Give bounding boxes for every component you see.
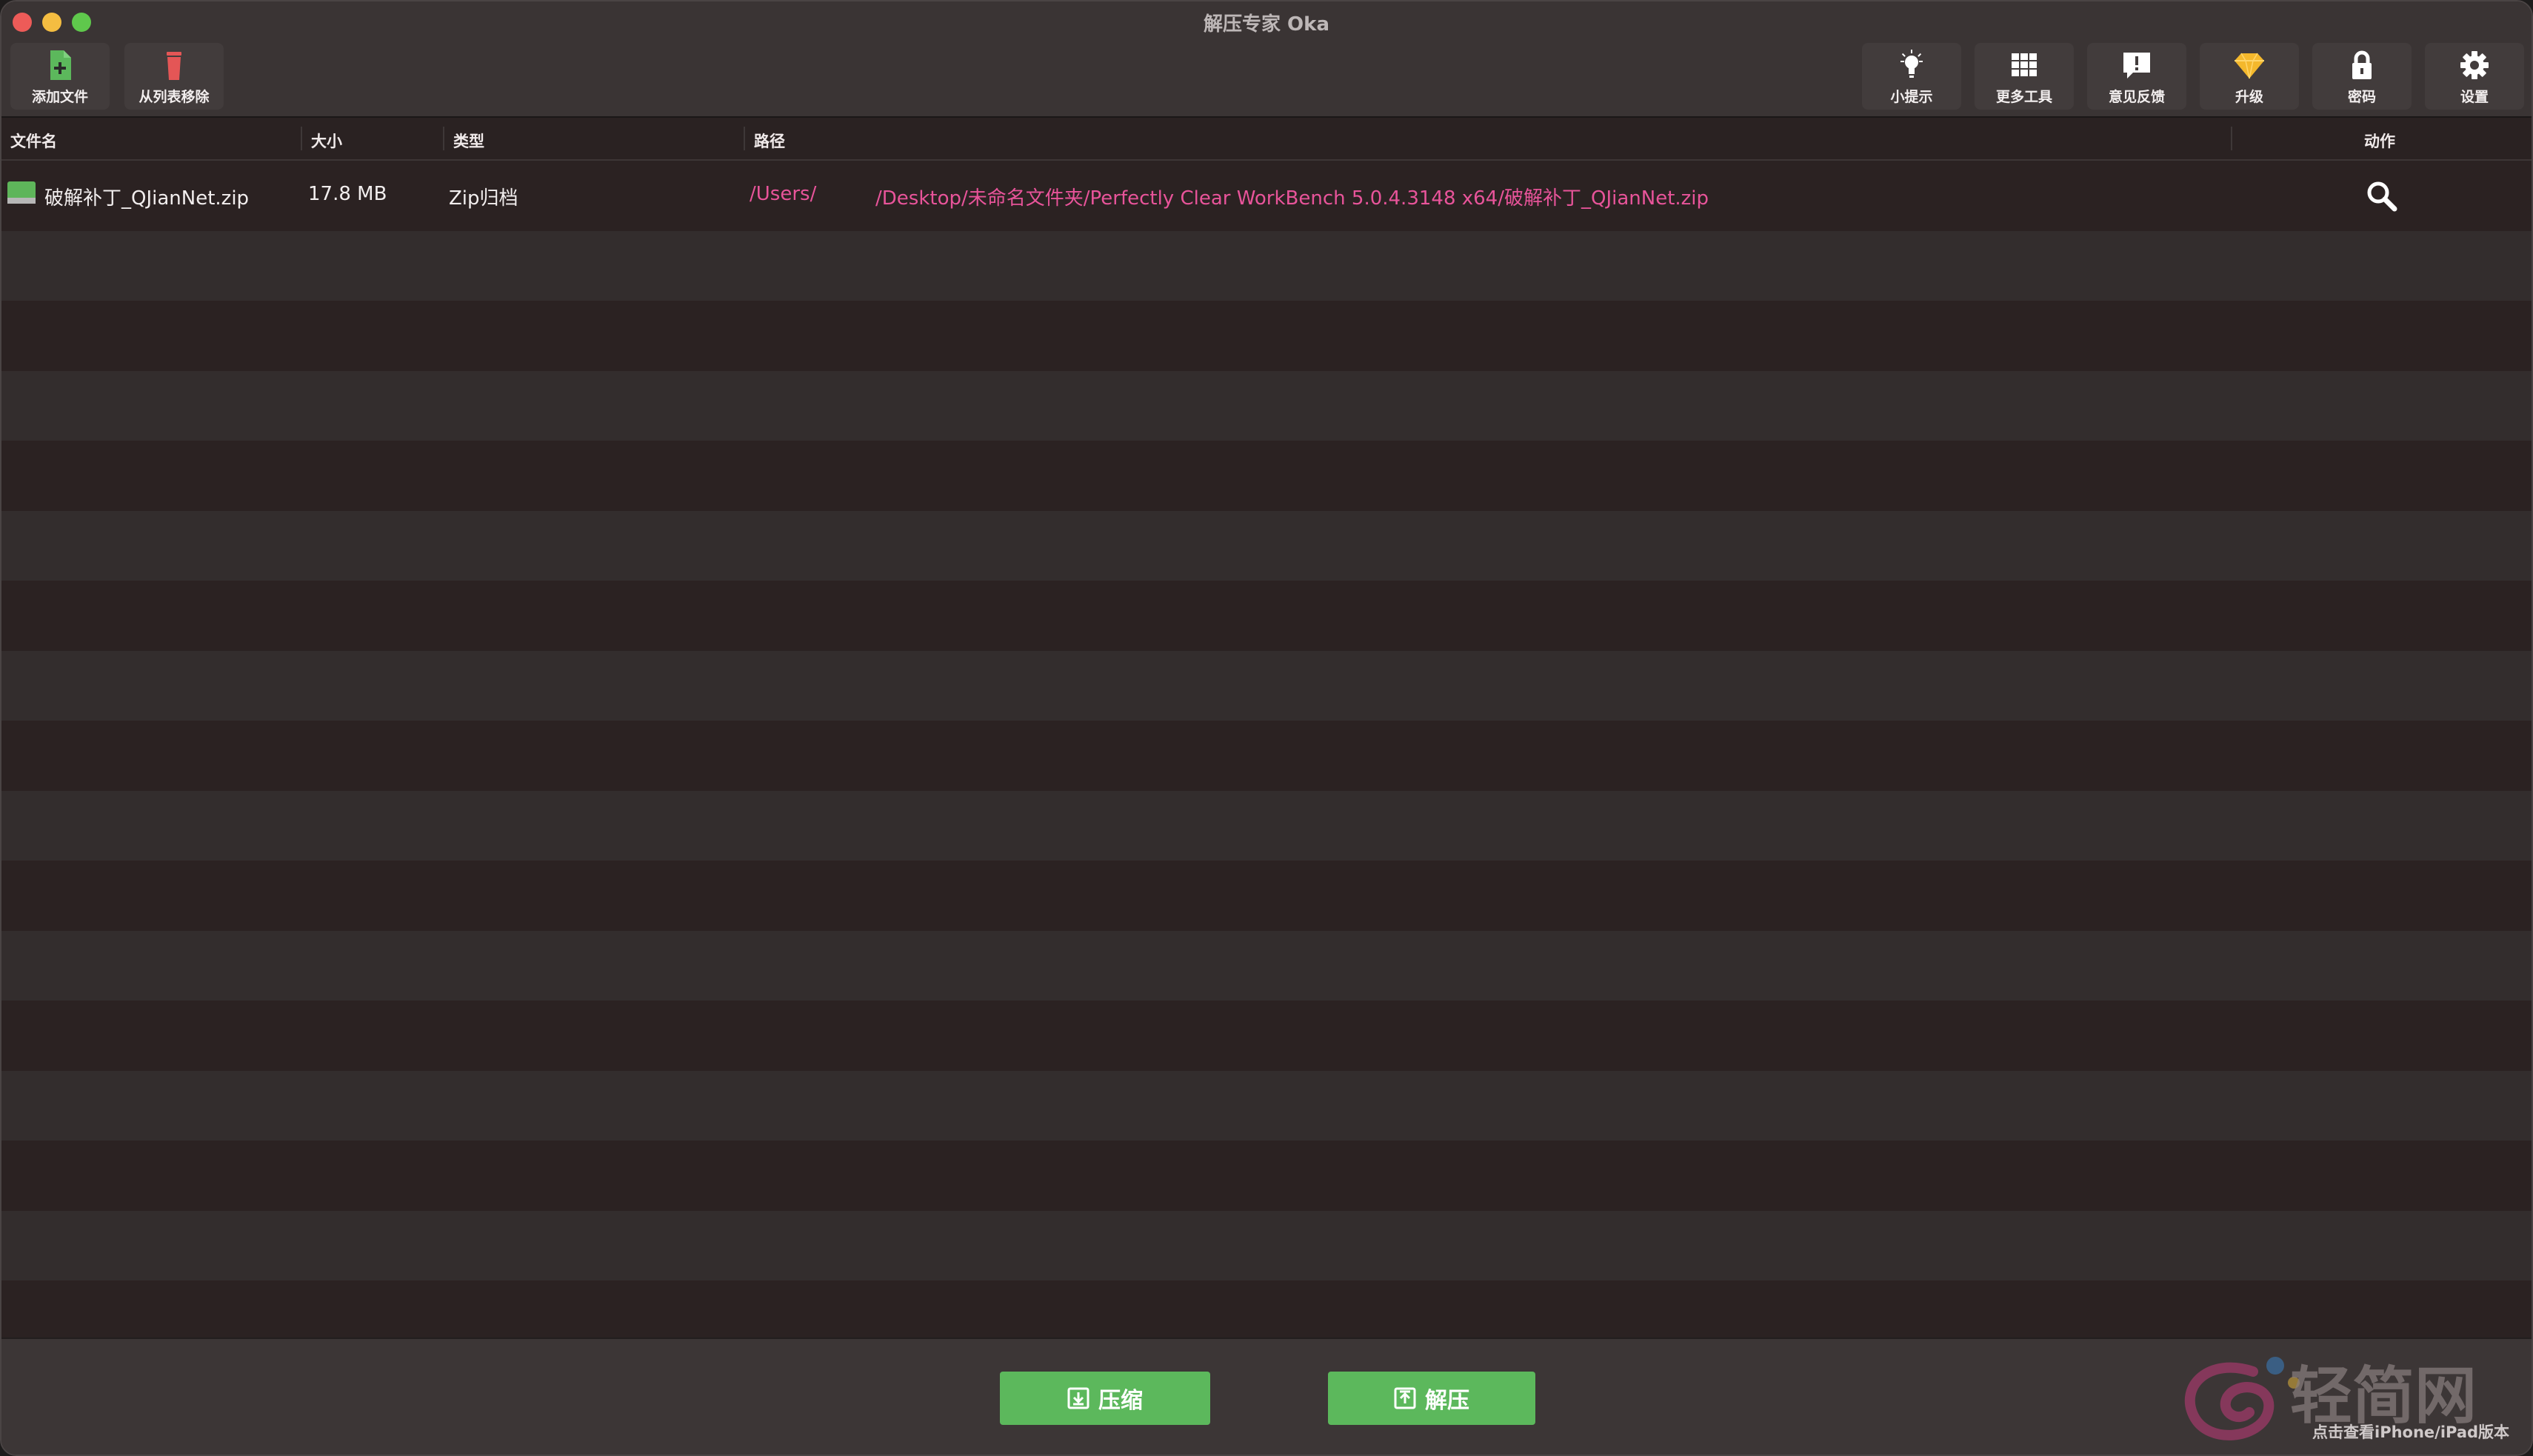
app-window: 解压专家 Oka 添加文件 从列表移除 小提示 更多工具 意见反馈 升级 密码 … bbox=[0, 0, 2533, 1456]
table-row bbox=[1, 721, 2532, 791]
password-label: 密码 bbox=[2347, 89, 2376, 105]
compress-button[interactable]: 压缩 bbox=[1000, 1372, 1210, 1425]
tips-button[interactable]: 小提示 bbox=[1862, 43, 1961, 110]
password-button[interactable]: 密码 bbox=[2312, 43, 2412, 110]
watermark-note[interactable]: 点击查看iPhone/iPad版本 bbox=[2312, 1420, 2509, 1443]
column-header-type[interactable]: 类型 bbox=[453, 130, 484, 152]
remove-from-list-label: 从列表移除 bbox=[139, 89, 210, 105]
lock-icon bbox=[2352, 50, 2372, 79]
add-file-icon bbox=[50, 50, 71, 80]
upgrade-button[interactable]: 升级 bbox=[2200, 43, 2299, 110]
file-type: Zip归档 bbox=[449, 187, 518, 210]
more-tools-label: 更多工具 bbox=[1995, 89, 2052, 105]
toolbar: 解压专家 Oka 添加文件 从列表移除 小提示 更多工具 意见反馈 升级 密码 … bbox=[1, 1, 2532, 118]
search-icon[interactable] bbox=[2366, 180, 2398, 213]
table-row bbox=[1, 370, 2532, 441]
column-divider[interactable] bbox=[443, 127, 444, 150]
grid-icon bbox=[2012, 53, 2037, 76]
table-row bbox=[1, 1141, 2532, 1211]
compress-label: 压缩 bbox=[1098, 1388, 1143, 1414]
bottom-bar: 压缩 解压 bbox=[1, 1338, 2532, 1455]
table-row bbox=[1, 1210, 2532, 1280]
table-row bbox=[1, 1280, 2532, 1338]
settings-label: 设置 bbox=[2460, 89, 2489, 105]
column-header-name[interactable]: 文件名 bbox=[10, 130, 57, 152]
extract-button[interactable]: 解压 bbox=[1328, 1372, 1535, 1425]
gear-icon bbox=[2460, 51, 2489, 79]
table-row bbox=[1, 790, 2532, 861]
window-title: 解压专家 Oka bbox=[1204, 13, 1329, 36]
file-list: 破解补丁_QJianNet.zip 17.8 MB Zip归档 /Users/ … bbox=[1, 161, 2532, 1338]
trash-icon bbox=[167, 52, 181, 80]
column-header-path[interactable]: 路径 bbox=[754, 130, 785, 152]
table-row bbox=[1, 650, 2532, 721]
add-file-button[interactable]: 添加文件 bbox=[10, 43, 110, 110]
zip-file-icon bbox=[7, 181, 36, 204]
remove-from-list-button[interactable]: 从列表移除 bbox=[124, 43, 224, 110]
table-row bbox=[1, 930, 2532, 1001]
tips-label: 小提示 bbox=[1890, 89, 1933, 105]
file-path-end: /Desktop/未命名文件夹/Perfectly Clear WorkBenc… bbox=[875, 187, 1709, 210]
column-header-action[interactable]: 动作 bbox=[2364, 130, 2395, 152]
table-header: 文件名 大小 类型 路径 动作 bbox=[1, 118, 2532, 161]
feedback-label: 意见反馈 bbox=[2108, 89, 2165, 105]
table-row bbox=[1, 441, 2532, 511]
column-divider[interactable] bbox=[2231, 127, 2232, 150]
file-path-start: /Users/ bbox=[750, 183, 817, 205]
feedback-button[interactable]: 意见反馈 bbox=[2087, 43, 2186, 110]
lightbulb-icon bbox=[1900, 50, 1923, 78]
upgrade-label: 升级 bbox=[2235, 89, 2263, 105]
table-row bbox=[1, 1001, 2532, 1071]
more-tools-button[interactable]: 更多工具 bbox=[1975, 43, 2074, 110]
file-name: 破解补丁_QJianNet.zip bbox=[44, 187, 250, 210]
diamond-icon bbox=[2235, 53, 2264, 79]
extract-label: 解压 bbox=[1425, 1388, 1469, 1414]
file-size: 17.8 MB bbox=[308, 183, 387, 205]
extract-icon bbox=[1394, 1387, 1416, 1409]
table-row[interactable]: 破解补丁_QJianNet.zip 17.8 MB Zip归档 /Users/ … bbox=[1, 161, 2532, 231]
table-row bbox=[1, 230, 2532, 301]
add-file-label: 添加文件 bbox=[31, 89, 88, 105]
table-row bbox=[1, 510, 2532, 581]
table-row bbox=[1, 581, 2532, 651]
table-row bbox=[1, 301, 2532, 371]
compress-icon bbox=[1067, 1387, 1089, 1409]
settings-button[interactable]: 设置 bbox=[2425, 43, 2524, 110]
column-divider[interactable] bbox=[744, 127, 745, 150]
table-row bbox=[1, 861, 2532, 931]
column-header-size[interactable]: 大小 bbox=[311, 130, 342, 152]
feedback-icon bbox=[2123, 53, 2150, 79]
table-row bbox=[1, 1070, 2532, 1141]
column-divider[interactable] bbox=[301, 127, 302, 150]
